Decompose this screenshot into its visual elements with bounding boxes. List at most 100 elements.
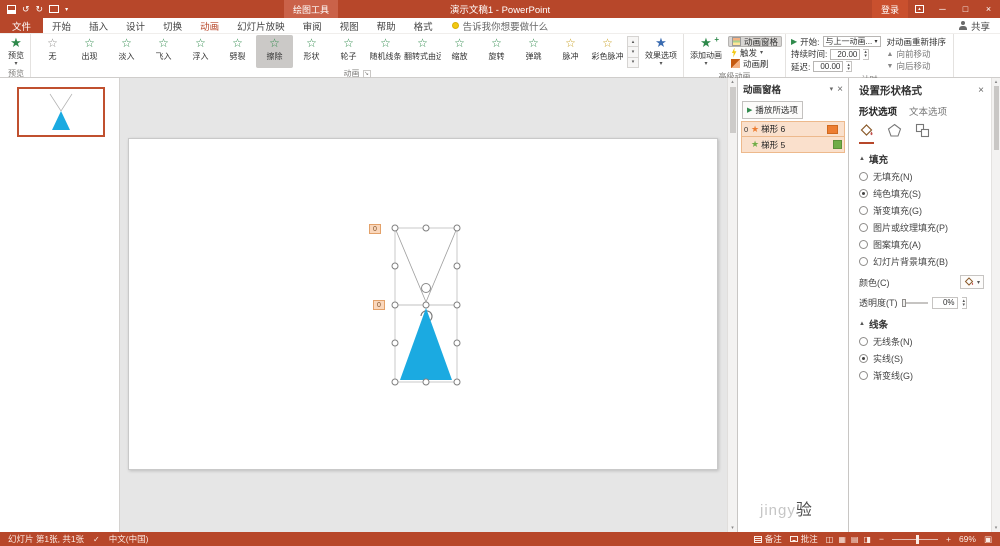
fill-line-icon[interactable] — [859, 123, 874, 144]
tab-home[interactable]: 开始 — [43, 18, 80, 33]
effect-grow-turn[interactable]: ☆翻转式由远.. — [404, 35, 441, 68]
start-from-beginning-icon[interactable] — [49, 5, 60, 13]
tab-slideshow[interactable]: 幻灯片放映 — [228, 18, 294, 33]
slide-thumbnail-1[interactable] — [17, 87, 105, 137]
tab-help[interactable]: 帮助 — [368, 18, 405, 33]
effect-shape[interactable]: ☆ 形状 — [293, 35, 330, 68]
slider-thumb[interactable] — [901, 298, 906, 307]
effect-color-pulse[interactable]: ☆ 彩色脉冲 — [589, 35, 626, 68]
slide-canvas[interactable]: 0 0 — [120, 78, 727, 532]
scrollbar-thumb[interactable] — [729, 87, 736, 133]
animation-pane-button[interactable]: 动画窗格 — [728, 36, 783, 47]
minimize-button[interactable]: ─ — [931, 0, 954, 18]
save-icon[interactable] — [7, 4, 16, 14]
gallery-more-button[interactable]: ▾ — [627, 56, 639, 68]
radio-icon[interactable] — [859, 206, 868, 215]
size-properties-icon[interactable] — [915, 123, 930, 144]
tab-animations[interactable]: 动画 — [191, 18, 228, 33]
effect-float-in[interactable]: ☆ 浮入 — [182, 35, 219, 68]
tab-design[interactable]: 设计 — [117, 18, 154, 33]
radio-icon[interactable] — [859, 189, 868, 198]
close-pane-icon[interactable]: × — [837, 84, 843, 95]
preview-button[interactable]: ★ 预览 ▾ — [5, 35, 27, 68]
close-button[interactable]: × — [977, 0, 1000, 18]
scrollbar-thumb[interactable] — [993, 86, 999, 150]
effect-bounce[interactable]: ☆ 弹跳 — [515, 35, 552, 68]
triangle-shape[interactable] — [400, 308, 452, 380]
canvas-vertical-scrollbar[interactable]: ▴ ▾ — [727, 78, 737, 532]
timeline-bar[interactable] — [827, 124, 838, 134]
scroll-up-icon[interactable]: ▴ — [731, 79, 734, 85]
radio-icon[interactable] — [859, 257, 868, 266]
tab-format[interactable]: 格式 — [405, 18, 442, 33]
effect-zoom[interactable]: ☆ 缩放 — [441, 35, 478, 68]
move-later-button[interactable]: ▼ 向后移动 — [887, 60, 947, 72]
tab-view[interactable]: 视图 — [331, 18, 368, 33]
scroll-down-icon[interactable]: ▾ — [995, 525, 998, 531]
animation-list-item[interactable]: ★ 梯形 5 — [741, 137, 845, 153]
timeline-bar[interactable] — [833, 140, 842, 149]
customize-qat-chevron-icon[interactable]: ▾ — [65, 6, 68, 13]
scroll-down-icon[interactable]: ▾ — [731, 525, 734, 531]
radio-icon[interactable] — [859, 337, 868, 346]
notes-button[interactable]: 备注 — [753, 533, 782, 545]
line-option-gradient[interactable]: 渐变线(G) — [859, 369, 984, 382]
ribbon-display-options-button[interactable]: ▴ — [908, 0, 931, 18]
fill-option-solid[interactable]: 纯色填充(S) — [859, 187, 984, 200]
transparency-value[interactable]: 0% — [931, 296, 958, 309]
view-reading-button[interactable]: ▤ — [851, 535, 859, 544]
add-animation-button[interactable]: + ★ 添加动画 ▾ — [687, 35, 725, 71]
move-earlier-button[interactable]: ▲ 向前移动 — [887, 48, 947, 60]
effect-fly-in[interactable]: ☆ 飞入 — [145, 35, 182, 68]
radio-icon[interactable] — [859, 371, 868, 380]
radio-icon[interactable] — [859, 223, 868, 232]
sign-in-button[interactable]: 登录 — [871, 0, 908, 18]
effects-icon[interactable] — [887, 123, 902, 144]
transparency-slider[interactable] — [901, 298, 928, 307]
scroll-up-icon[interactable]: ▴ — [995, 79, 998, 85]
animation-order-badge[interactable]: 0 — [373, 300, 385, 310]
delay-spinner[interactable]: ▴ ▾ — [846, 61, 852, 72]
effect-split[interactable]: ☆ 劈裂 — [219, 35, 256, 68]
zoom-out-button[interactable]: − — [879, 534, 884, 544]
trigger-button[interactable]: 触发 ▾ — [728, 47, 782, 58]
animation-list-item[interactable]: 0 ★ 梯形 6 — [741, 121, 845, 137]
zoom-percent[interactable]: 69% — [959, 534, 976, 544]
fill-option-picture[interactable]: 图片或纹理填充(P) — [859, 221, 984, 234]
dialog-launcher-icon[interactable]: ↘ — [362, 69, 371, 78]
fill-color-button[interactable]: ▾ — [959, 275, 984, 289]
tab-review[interactable]: 审阅 — [294, 18, 331, 33]
view-slide-sorter-button[interactable]: ▦ — [838, 535, 846, 544]
effect-wheel[interactable]: ☆ 轮子 — [330, 35, 367, 68]
comments-button[interactable]: 批注 — [789, 533, 818, 545]
tab-insert[interactable]: 插入 — [80, 18, 117, 33]
radio-icon[interactable] — [859, 172, 868, 181]
tab-file[interactable]: 文件 — [0, 18, 44, 33]
rotate-handle-icon[interactable] — [421, 283, 431, 293]
animation-order-badge[interactable]: 0 — [369, 224, 381, 234]
effect-wipe-selected[interactable]: ☆ 擦除 — [256, 35, 293, 68]
radio-icon[interactable] — [859, 354, 868, 363]
duration-spinner[interactable]: ▴ ▾ — [863, 48, 869, 60]
maximize-button[interactable]: □ — [954, 0, 977, 18]
close-pane-icon[interactable]: × — [978, 85, 984, 96]
tab-transitions[interactable]: 切换 — [154, 18, 191, 33]
play-selected-button[interactable]: ▶ 播放所选项 — [742, 101, 803, 119]
fit-to-window-icon[interactable]: ▣ — [984, 534, 992, 545]
undo-icon[interactable]: ↺ — [22, 4, 30, 14]
tell-me-search[interactable]: 告诉我你想要做什么 — [451, 18, 548, 33]
selected-shapes-overlay[interactable] — [385, 218, 475, 398]
zoom-slider-thumb[interactable] — [915, 534, 919, 544]
effect-appear[interactable]: ☆ 出现 — [71, 35, 108, 68]
language-indicator[interactable]: 中文(中国) — [109, 533, 149, 545]
tab-shape-options[interactable]: 形状选项 — [859, 104, 897, 118]
fill-option-no-fill[interactable]: 无填充(N) — [859, 170, 984, 183]
fill-option-pattern[interactable]: 图案填充(A) — [859, 238, 984, 251]
effect-none[interactable]: ☆ 无 — [34, 35, 71, 68]
line-option-solid[interactable]: 实线(S) — [859, 352, 984, 365]
effect-pulse[interactable]: ☆ 脉冲 — [552, 35, 589, 68]
effect-spin[interactable]: ☆ 旋转 — [478, 35, 515, 68]
effect-fade[interactable]: ☆ 淡入 — [108, 35, 145, 68]
spellcheck-icon[interactable]: ✓ — [93, 535, 100, 544]
chevron-down-icon[interactable]: ▾ — [830, 85, 834, 93]
